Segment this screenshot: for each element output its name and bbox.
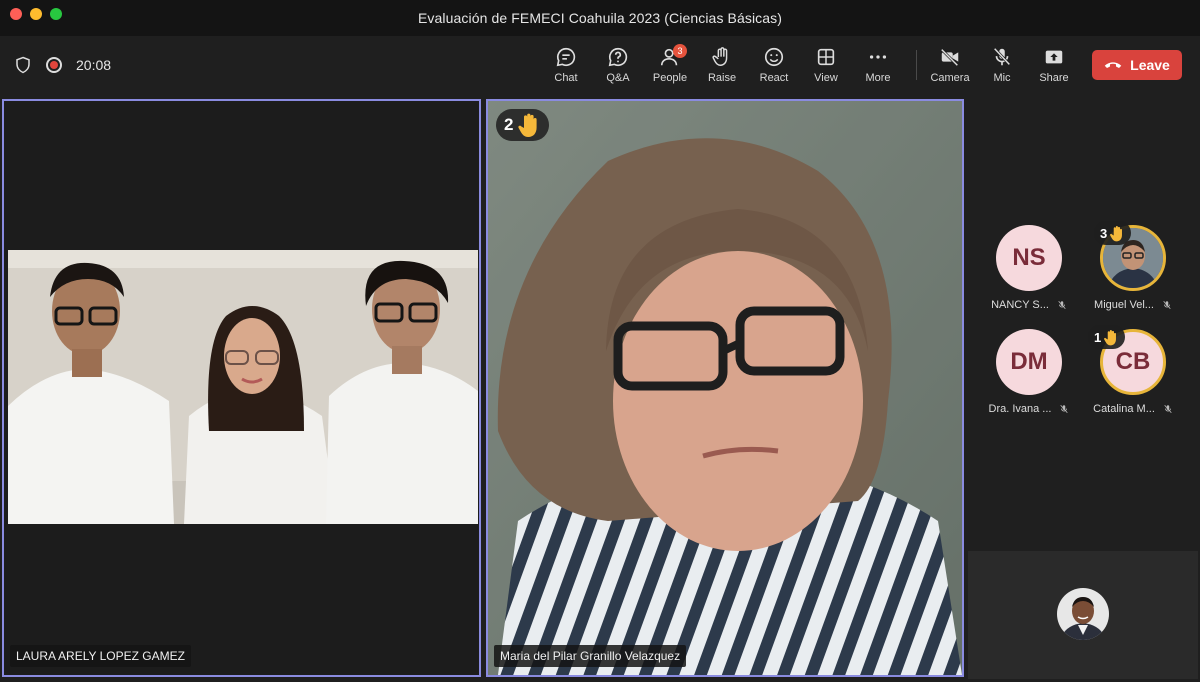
meeting-status: 20:08 (14, 36, 111, 94)
recording-icon[interactable] (46, 57, 62, 73)
participant-name-text: Miguel Vel... (1094, 299, 1154, 311)
chat-icon (556, 47, 576, 67)
participant-name: Catalina M... (1093, 403, 1173, 415)
camera-label: Camera (930, 72, 970, 84)
raise-label: Raise (707, 72, 737, 84)
participant-name: Dra. Ivana ... (989, 403, 1070, 415)
participant-name-text: NANCY S... (991, 299, 1049, 311)
share-button[interactable]: Share (1028, 36, 1080, 94)
view-button[interactable]: View (800, 36, 852, 94)
participant-name: Miguel Vel... (1094, 299, 1172, 311)
window-titlebar: Evaluación de FEMECI Coahuila 2023 (Cien… (0, 0, 1200, 37)
camera-button[interactable]: Camera (924, 36, 976, 94)
participant-nancy[interactable]: NS NANCY S... (974, 225, 1084, 311)
view-label: View (814, 72, 838, 84)
raised-hand-icon (1104, 329, 1117, 345)
leave-label: Leave (1130, 57, 1170, 73)
more-button[interactable]: More (852, 36, 904, 94)
video-frame-speaker (488, 101, 962, 675)
participant-name-label: LAURA ARELY LOPEZ GAMEZ (10, 645, 191, 667)
raise-hand-button[interactable]: Raise (696, 36, 748, 94)
avatar: NS (996, 225, 1062, 291)
mic-button[interactable]: Mic (976, 36, 1028, 94)
raised-hand-badge: 1 (1088, 325, 1126, 349)
mic-off-icon (993, 47, 1011, 66)
raised-hand-count: 2 (504, 115, 514, 134)
avatar: DM (996, 329, 1062, 395)
participant-name-text: Catalina M... (1093, 403, 1155, 415)
raised-hand-icon (1110, 225, 1123, 241)
participant-name: NANCY S... (991, 299, 1067, 311)
close-window-button[interactable] (10, 8, 22, 20)
window-controls (10, 8, 62, 20)
participant-name-text: Dra. Ivana ... (988, 403, 1052, 415)
hand-icon (712, 47, 728, 66)
meeting-toolbar: 20:08 Chat Q&A 3 People Raise React View (0, 36, 1200, 94)
minimize-window-button[interactable] (30, 8, 42, 20)
chat-button[interactable]: Chat (540, 36, 592, 94)
more-label: More (865, 72, 891, 84)
toolbar-divider (916, 50, 917, 80)
share-label: Share (1039, 72, 1069, 84)
raised-hand-count: 1 (1094, 329, 1102, 345)
mic-label: Mic (993, 72, 1011, 84)
raised-hand-badge: 3 (1094, 221, 1132, 245)
chat-label: Chat (554, 72, 578, 84)
people-label: People (652, 72, 688, 84)
video-tile-maria[interactable]: 2 Maria del Pilar Granillo Velazquez (486, 99, 964, 677)
shield-icon[interactable] (14, 56, 32, 74)
raised-hand-icon (518, 113, 538, 137)
self-avatar-photo (1057, 588, 1109, 640)
raised-hand-badge: 2 (496, 109, 550, 141)
smiley-icon (764, 47, 784, 67)
react-button[interactable]: React (748, 36, 800, 94)
qa-label: Q&A (606, 72, 630, 84)
raised-hand-count: 3 (1100, 225, 1108, 241)
people-count-badge: 3 (673, 44, 687, 58)
video-tile-laura[interactable]: LAURA ARELY LOPEZ GAMEZ (2, 99, 481, 677)
self-view-tile[interactable] (968, 551, 1198, 679)
people-button[interactable]: 3 People (644, 36, 696, 94)
meeting-timer: 20:08 (76, 57, 112, 73)
phone-hangup-icon (1104, 62, 1122, 68)
participant-miguel[interactable]: 3 Miguel Vel... (1078, 221, 1188, 311)
mic-muted-icon (1164, 404, 1172, 414)
maximize-window-button[interactable] (50, 8, 62, 20)
video-frame-three-people (4, 101, 479, 675)
mic-muted-icon (1060, 404, 1069, 414)
mic-muted-icon (1163, 300, 1171, 310)
more-dots-icon (869, 55, 887, 59)
window-title: Evaluación de FEMECI Coahuila 2023 (Cien… (417, 10, 783, 26)
participant-ivana[interactable]: DM Dra. Ivana ... (974, 329, 1084, 415)
leave-button[interactable]: Leave (1092, 50, 1182, 80)
participants-gallery: NS NANCY S... 3 Miguel Vel... DM Dra. Iv… (968, 99, 1200, 549)
grid-view-icon (817, 48, 835, 66)
participant-catalina[interactable]: CB 1 Catalina M... (1078, 325, 1188, 415)
toolbar-actions: Chat Q&A 3 People Raise React View More (540, 36, 904, 94)
share-screen-icon (1045, 50, 1063, 64)
qa-button[interactable]: Q&A (592, 36, 644, 94)
mic-muted-icon (1058, 300, 1066, 310)
question-bubble-icon (608, 47, 628, 67)
device-controls: Camera Mic Share (924, 36, 1080, 94)
camera-off-icon (940, 48, 959, 67)
react-label: React (759, 72, 789, 84)
participant-name-label: Maria del Pilar Granillo Velazquez (494, 645, 687, 667)
